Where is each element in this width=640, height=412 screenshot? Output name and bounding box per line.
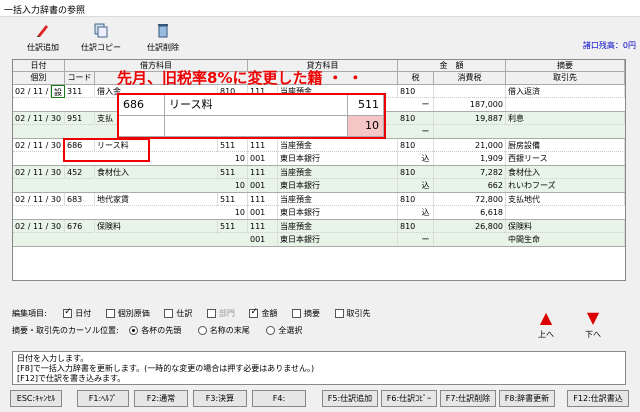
- f8-dictionary-button[interactable]: F8:辞書更新: [499, 390, 555, 407]
- f6-copy-button[interactable]: F6:仕訳ｺﾋﾟｰ: [381, 390, 437, 407]
- message-box: 日付を入力します。 [F8]で一括入力辞書を更新します。(一時的な変更の場合は押…: [12, 351, 626, 385]
- up-arrow-icon[interactable]: ▲: [531, 310, 561, 326]
- individual-checkbox[interactable]: [105, 309, 115, 318]
- f2-normal-button[interactable]: F2:通常: [134, 390, 188, 407]
- header-consumption-tax: 消費税: [434, 72, 506, 85]
- header-summary: 摘要: [506, 60, 625, 72]
- f5-add-button[interactable]: F5:仕訳追加: [322, 390, 378, 407]
- up-button-label: 上へ: [538, 330, 554, 339]
- header-amount: 金 額: [398, 60, 506, 72]
- edit-flag[interactable]: 設: [51, 85, 65, 98]
- esc-cancel-button[interactable]: ESC:ｷｬﾝｾﾙ: [10, 390, 62, 407]
- header-code: コード: [65, 72, 95, 85]
- amount-checkbox[interactable]: [249, 307, 259, 318]
- down-arrow-icon[interactable]: ▼: [578, 310, 608, 326]
- zoom-callout: 686 リース料 511 10: [117, 93, 386, 139]
- partner-checkbox[interactable]: [334, 309, 344, 318]
- highlight-box: [63, 138, 150, 162]
- pencil-icon: [35, 22, 51, 38]
- notice-text: 先月、旧税率8%に変更した籍 ・ ・: [117, 69, 363, 87]
- cursor-head-radio[interactable]: [129, 326, 139, 335]
- header-partner: 取引先: [506, 72, 625, 85]
- tax-rate-cell: 10: [348, 116, 384, 137]
- delete-journal-button[interactable]: 仕訳削除: [128, 22, 198, 54]
- cursor-options: 摘要・取引先のカーソル位置: 各杯の先頭 名称の末尾 全選択: [12, 326, 303, 335]
- summary-checkbox[interactable]: [291, 309, 301, 318]
- window-title: 一括入力辞書の参照: [0, 0, 640, 17]
- f12-write-button[interactable]: F12:仕訳書込: [567, 390, 629, 407]
- header-date: 日付: [13, 60, 65, 72]
- table-row[interactable]: 02 / 11 / 30 683 地代家賃 511 111 当座預金 810 7…: [13, 193, 625, 220]
- f4-button[interactable]: F4:: [252, 390, 306, 407]
- date-checkbox[interactable]: [63, 307, 73, 318]
- table-row[interactable]: 02 / 11 / 30 452 食材仕入 511 111 当座預金 810 7…: [13, 166, 625, 193]
- dept-checkbox[interactable]: [206, 309, 216, 318]
- f1-help-button[interactable]: F1:ﾍﾙﾌﾟ: [77, 390, 129, 407]
- copy-journal-button[interactable]: 仕訳コピー: [66, 22, 136, 54]
- trash-icon: [155, 22, 171, 38]
- edit-options: 編集項目: 日付 個別原価 仕訳 部門 金額 摘要 取引先: [12, 307, 371, 319]
- header-individual: 個別: [13, 72, 65, 85]
- copy-icon: [93, 22, 109, 38]
- cursor-tail-radio[interactable]: [197, 326, 207, 335]
- header-tax: 税: [398, 72, 434, 85]
- journal-checkbox[interactable]: [164, 309, 174, 318]
- balance-label: 諸口残高：0円: [582, 41, 636, 50]
- table-row[interactable]: 02 / 11 / 30 676 保険料 511 111 当座預金 810 26…: [13, 220, 625, 247]
- down-button-label: 下へ: [585, 330, 601, 339]
- f7-delete-button[interactable]: F7:仕訳削除: [440, 390, 496, 407]
- cursor-all-radio[interactable]: [266, 326, 276, 335]
- f3-closing-button[interactable]: F3:決算: [193, 390, 247, 407]
